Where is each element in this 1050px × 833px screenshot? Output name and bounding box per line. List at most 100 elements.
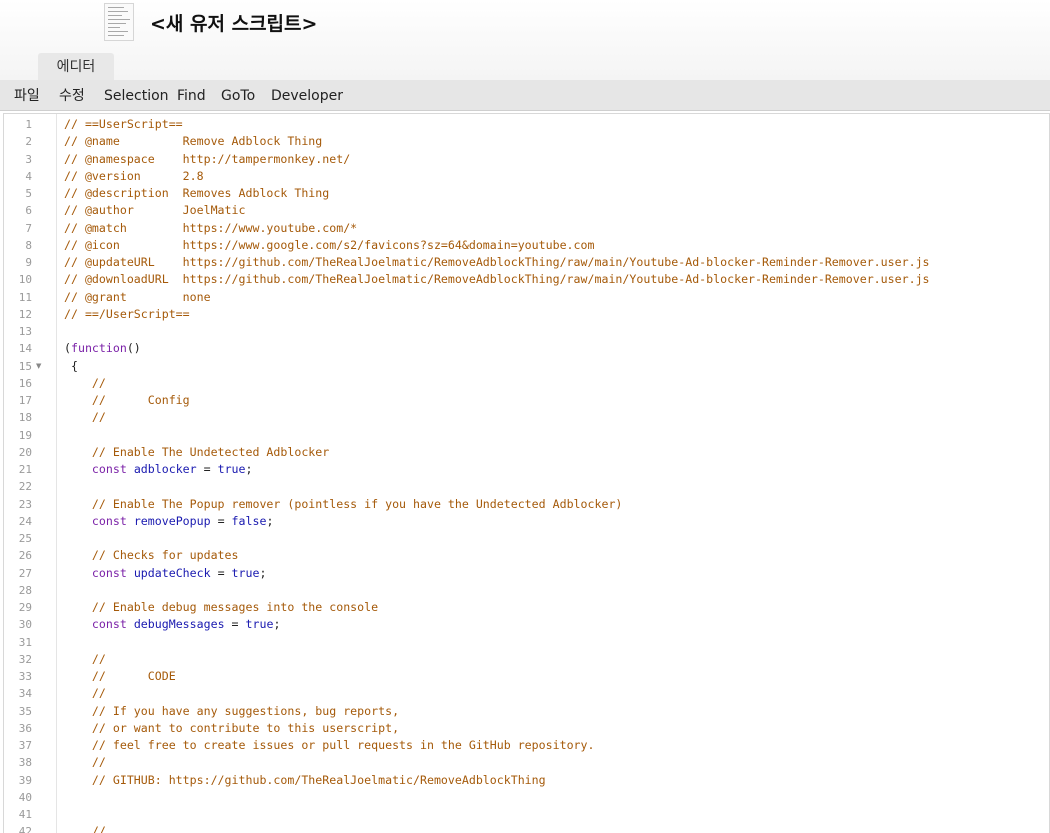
line-code: // @description Removes Adblock Thing: [64, 186, 330, 200]
code-line: 16 //: [4, 375, 1047, 392]
line-number: 40: [18, 790, 32, 804]
line-code: // @downloadURL https://github.com/TheRe…: [64, 272, 930, 287]
menu-developer[interactable]: Developer: [271, 80, 343, 113]
line-code: // ==UserScript==: [64, 117, 183, 131]
code-line: 20 // Enable The Undetected Adblocker: [4, 444, 1047, 461]
line-number: 1: [25, 118, 32, 131]
line-code: // @updateURL https://github.com/TheReal…: [64, 255, 930, 269]
line-code: // feel free to create issues or pull re…: [91, 738, 595, 752]
line-number: 22: [18, 480, 32, 494]
menu-goto[interactable]: GoTo: [221, 80, 255, 113]
line-code: // Config: [91, 393, 190, 407]
line-number: 33: [18, 670, 32, 683]
menu-selection[interactable]: Selection: [104, 80, 169, 113]
line-number: 8: [25, 238, 32, 252]
line-number: 27: [18, 566, 32, 580]
menu-bar: 파일 수정 Selection Find GoTo Developer: [0, 80, 1050, 111]
line-number: 15: [18, 359, 32, 373]
code-line: 17 // Config: [4, 392, 1047, 409]
line-number: 37: [18, 739, 32, 752]
line-code: // @version 2.8: [64, 168, 204, 183]
line-number: 13: [18, 325, 32, 338]
line-number: 11: [18, 290, 32, 304]
line-code: // @name Remove Adblock Thing: [64, 134, 323, 149]
line-number: 7: [25, 221, 32, 235]
code-line: 19: [4, 427, 1047, 444]
line-number: 12: [18, 307, 32, 321]
line-code: // Enable debug messages into the consol…: [91, 600, 379, 614]
line-code: //: [91, 824, 106, 833]
code-line: 10 // @downloadURL https://github.com/The…: [4, 271, 1047, 288]
line-number: 24: [18, 514, 32, 528]
line-code: // @author JoelMatic: [64, 203, 246, 218]
code-line: 41: [4, 806, 1047, 823]
line-code: //: [91, 651, 106, 666]
line-number: 23: [18, 497, 32, 511]
code-line: 23 // Enable The Popup remover (pointles…: [4, 496, 1047, 513]
line-number: 41: [18, 808, 32, 821]
line-number: 21: [18, 463, 32, 476]
tab-editor[interactable]: 에디터: [38, 53, 114, 80]
code-line: 27 const updateCheck = true;: [4, 565, 1047, 582]
line-number: 26: [18, 549, 32, 563]
code-line: 29 // Enable debug messages into the con…: [4, 599, 1047, 616]
code-line: 8 // @icon https://www.google.com/s2/favi…: [4, 237, 1047, 254]
code-editor[interactable]: 1 // ==UserScript== 2 // @name Remove Adblo…: [3, 113, 1050, 833]
line-code: //: [91, 410, 106, 425]
line-number: 36: [18, 721, 32, 735]
code-line: 12 // ==/UserScript==: [4, 306, 1047, 323]
line-code: // Enable The Undetected Adblocker: [91, 444, 330, 459]
line-code: // ==/UserScript==: [64, 306, 190, 321]
line-number: 5: [25, 187, 32, 200]
line-code: const removePopup = false;: [91, 513, 274, 528]
code-line: 32 //: [4, 651, 1047, 668]
code-line: 7 // @match https://www.youtube.com/*: [4, 220, 1047, 237]
code-line: 18 //: [4, 409, 1047, 426]
line-code: const debugMessages = true;: [91, 617, 281, 632]
line-number: 2: [25, 135, 32, 149]
fold-toggle-icon[interactable]: ▼: [36, 358, 41, 375]
line-number: 30: [18, 618, 32, 632]
code-line: 11 // @grant none: [4, 289, 1047, 306]
line-code: // CODE: [91, 669, 176, 683]
line-number: 29: [18, 601, 32, 614]
code-line: 36 // or want to contribute to this user…: [4, 720, 1047, 737]
line-number: 3: [25, 152, 32, 166]
line-number: 32: [18, 652, 32, 666]
line-code: // @icon https://www.google.com/s2/favic…: [64, 237, 595, 252]
line-code: //: [91, 375, 106, 390]
line-code: // GITHUB: https://github.com/TheRealJoe…: [91, 772, 546, 787]
line-number: 18: [18, 411, 32, 425]
code-line: 31: [4, 634, 1047, 651]
line-code: // @grant none: [64, 289, 211, 304]
code-line: 39 // GITHUB: https://github.com/TheReal…: [4, 772, 1047, 789]
line-number: 14: [18, 342, 32, 356]
line-number: 19: [18, 428, 32, 442]
line-number: 28: [18, 583, 32, 597]
line-code: //: [91, 755, 106, 770]
line-code: // @match https://www.youtube.com/*: [64, 220, 358, 235]
code-line: 26 // Checks for updates: [4, 547, 1047, 564]
code-line: 42 //: [4, 823, 1047, 833]
line-code: // If you have any suggestions, bug repo…: [91, 703, 400, 718]
menu-edit[interactable]: 수정: [59, 80, 85, 113]
line-number: 39: [18, 773, 32, 787]
code-line: 1 // ==UserScript==: [4, 116, 1047, 133]
code-line: 14 (function(): [4, 340, 1047, 357]
line-number: 17: [18, 394, 32, 407]
line-code: //: [91, 686, 106, 701]
code-line: 24 const removePopup = false;: [4, 513, 1047, 530]
script-icon: [104, 3, 134, 41]
line-code: // or want to contribute to this userscr…: [91, 720, 400, 735]
code-line: 9 // @updateURL https://github.com/TheRea…: [4, 254, 1047, 271]
line-code: const updateCheck = true;: [91, 565, 267, 580]
menu-find[interactable]: Find: [177, 80, 206, 113]
code-line: 21 const adblocker = true;: [4, 461, 1047, 478]
menu-file[interactable]: 파일: [14, 80, 40, 113]
line-code: // Enable The Popup remover (pointless i…: [91, 496, 623, 511]
line-code: // @namespace http://tampermonkey.net/: [64, 151, 351, 166]
line-code: // Checks for updates: [91, 548, 239, 563]
line-number: 6: [25, 204, 32, 218]
code-line: 38 //: [4, 754, 1047, 771]
title-header: <새 유저 스크립트> 에디터: [0, 0, 1050, 80]
